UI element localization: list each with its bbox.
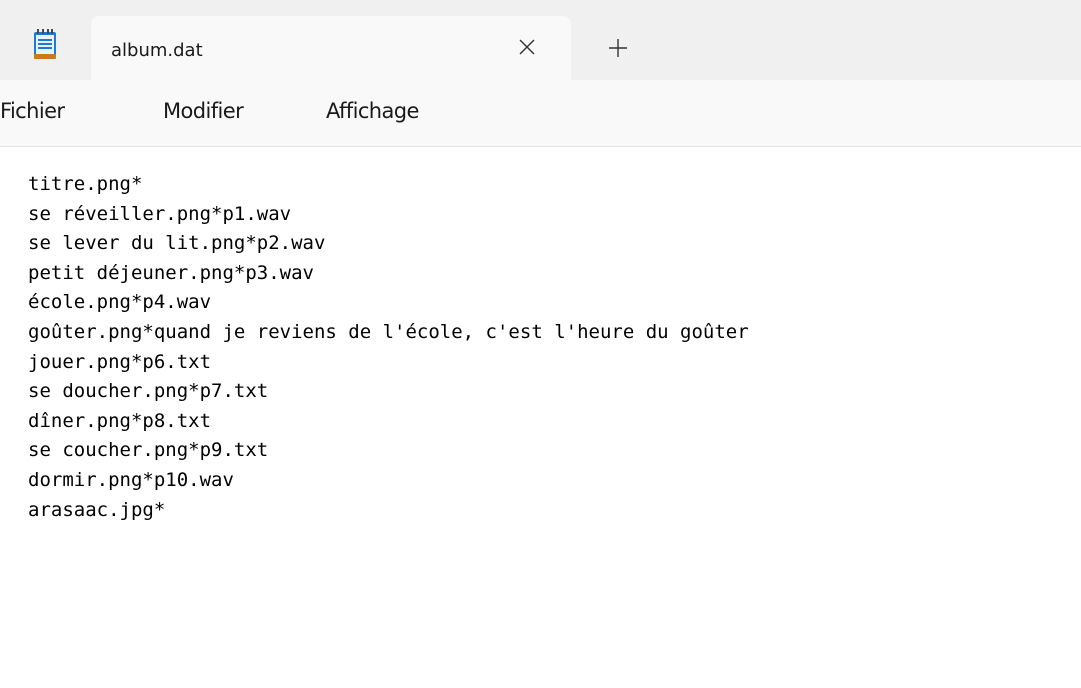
tab-album-dat[interactable]: album.dat (91, 16, 571, 80)
menu-bar: Fichier Modifier Affichage (0, 80, 1081, 147)
text-line: se réveiller.png*p1.wav (28, 202, 292, 225)
plus-icon[interactable] (604, 34, 632, 62)
menu-fichier[interactable]: Fichier (0, 99, 65, 123)
text-line: dîner.png*p8.txt (28, 409, 212, 432)
notepad-icon (33, 29, 57, 61)
notepad-window: album.dat Fichier Modifier Affichage tit… (0, 0, 1081, 688)
text-line: se coucher.png*p9.txt (28, 439, 269, 462)
menu-affichage[interactable]: Affichage (326, 99, 419, 123)
text-line: goûter.png*quand je reviens de l'école, … (28, 320, 749, 343)
text-line: jouer.png*p6.txt (28, 350, 212, 373)
text-line: arasaac.jpg* (28, 498, 166, 521)
text-line: se lever du lit.png*p2.wav (28, 232, 326, 255)
text-line: dormir.png*p10.wav (28, 468, 234, 491)
editor-content[interactable]: titre.png* se réveiller.png*p1.wav se le… (28, 170, 749, 525)
text-editor[interactable]: titre.png* se réveiller.png*p1.wav se le… (0, 147, 1081, 688)
title-bar: album.dat (0, 0, 1081, 80)
text-line: titre.png* (28, 173, 143, 195)
menu-modifier[interactable]: Modifier (163, 99, 244, 123)
close-icon[interactable] (514, 34, 540, 60)
text-line: petit déjeuner.png*p3.wav (28, 261, 314, 284)
text-line: se doucher.png*p7.txt (28, 380, 269, 403)
text-line: école.png*p4.wav (28, 291, 212, 314)
tab-title: album.dat (111, 40, 203, 61)
